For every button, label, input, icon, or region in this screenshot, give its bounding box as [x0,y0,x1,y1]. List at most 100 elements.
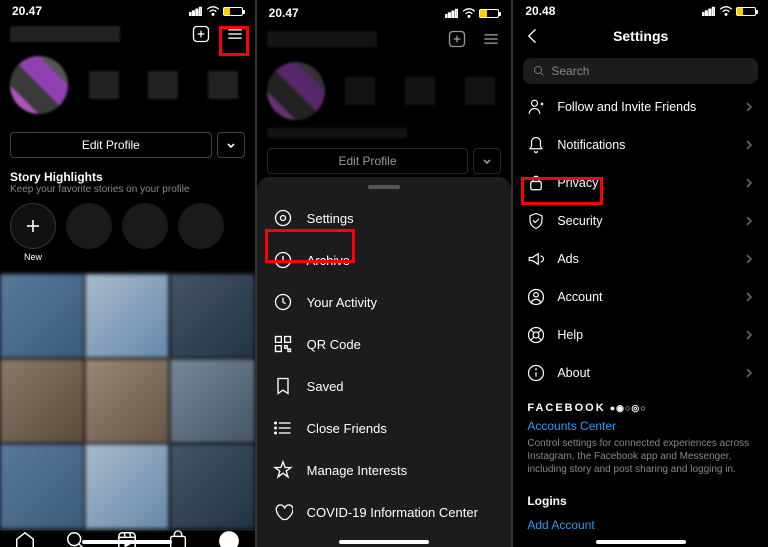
reels-icon[interactable] [116,530,138,547]
chevron-right-icon [744,102,754,112]
gear-icon [273,208,293,228]
settings-header: Settings [513,18,768,54]
menu-label: Manage Interests [307,463,407,478]
accounts-center-desc: Control settings for connected experienc… [527,437,754,476]
search-input[interactable]: Search [523,58,758,84]
accounts-center-link[interactable]: Accounts Center [527,417,754,435]
setting-security[interactable]: Security [513,202,768,240]
post-thumbnail[interactable] [85,359,169,443]
menu-screen: 20.47 Edit Profile Story [257,0,512,547]
activity-icon [273,292,293,312]
setting-label: Account [557,290,602,304]
status-icons [702,6,756,16]
help-icon [527,326,545,344]
edit-profile-button[interactable]: Edit Profile [10,132,212,158]
profile-icon[interactable] [218,530,240,547]
setting-account[interactable]: Account [513,278,768,316]
person-plus-icon [527,98,545,116]
menu-saved[interactable]: Saved [257,365,512,407]
wifi-icon [719,6,733,16]
search-icon[interactable] [65,530,87,547]
status-time: 20.48 [525,4,555,18]
setting-label: Notifications [557,138,625,152]
logins-title: Logins [513,486,768,510]
username[interactable] [10,26,120,42]
post-thumbnail[interactable] [170,274,254,358]
menu-covid[interactable]: COVID-19 Information Center [257,491,512,533]
post-thumbnail[interactable] [0,359,84,443]
signal-icon [189,6,203,16]
avatar[interactable] [10,56,68,114]
settings-screen: 20.48 Settings Search Follow and Invite … [513,0,768,547]
highlight-new-label: New [24,252,42,262]
menu-activity[interactable]: Your Activity [257,281,512,323]
battery-icon [736,7,756,16]
post-thumbnail[interactable] [170,444,254,528]
posts-stat[interactable] [89,71,119,99]
highlight-box-menu [219,26,249,56]
signal-icon [445,8,459,18]
search-icon [533,65,545,77]
signal-icon [702,6,716,16]
setting-help[interactable]: Help [513,316,768,354]
chevron-right-icon [744,216,754,226]
edit-profile-button: Edit Profile [267,148,469,174]
battery-icon [223,7,243,16]
menu-label: Close Friends [307,421,387,436]
followers-stat[interactable] [148,71,178,99]
post-thumbnail[interactable] [85,444,169,528]
menu-label: COVID-19 Information Center [307,505,478,520]
setting-label: Ads [557,252,579,266]
highlight-new[interactable]: New [10,203,56,262]
home-icon[interactable] [14,530,36,547]
search-placeholder: Search [551,64,589,78]
menu-label: QR Code [307,337,361,352]
home-indicator[interactable] [339,540,429,544]
profile-screen: 20.47 Edit Profile Story Highlights Keep… [0,0,255,547]
highlights-subtitle: Keep your favorite stories on your profi… [0,184,255,203]
wifi-icon [206,6,220,16]
posts-grid [0,274,255,529]
list-icon [273,418,293,438]
status-icons [445,8,499,18]
setting-label: Follow and Invite Friends [557,100,696,114]
menu-label: Your Activity [307,295,377,310]
battery-icon [479,9,499,18]
add-account-link[interactable]: Add Account [513,510,768,540]
tab-bar [0,529,255,547]
home-indicator[interactable] [82,540,172,544]
setting-about[interactable]: About [513,354,768,392]
menu-interests[interactable]: Manage Interests [257,449,512,491]
facebook-logo: FACEBOOK ●◉○◎○ [527,402,754,414]
setting-follow-invite[interactable]: Follow and Invite Friends [513,88,768,126]
bookmark-icon [273,376,293,396]
account-icon [527,288,545,306]
menu-close-friends[interactable]: Close Friends [257,407,512,449]
discover-people-button[interactable] [217,132,245,158]
status-time: 20.47 [12,4,42,18]
highlight-placeholder [178,203,224,249]
setting-notifications[interactable]: Notifications [513,126,768,164]
post-thumbnail[interactable] [85,274,169,358]
menu-qr[interactable]: QR Code [257,323,512,365]
post-thumbnail[interactable] [0,444,84,528]
setting-label: About [557,366,590,380]
back-icon[interactable] [523,26,543,46]
sheet-handle[interactable] [368,185,400,189]
highlight-box-settings [265,229,355,263]
profile-topbar [0,18,255,50]
heart-icon [273,502,293,522]
status-bar: 20.48 [513,0,768,18]
post-thumbnail[interactable] [0,274,84,358]
following-stat[interactable] [208,71,238,99]
post-thumbnail[interactable] [170,359,254,443]
chevron-right-icon [744,330,754,340]
create-icon[interactable] [191,24,211,44]
chevron-right-icon [744,254,754,264]
shop-icon[interactable] [167,530,189,547]
home-indicator[interactable] [596,540,686,544]
info-icon [527,364,545,382]
facebook-section: FACEBOOK ●◉○◎○ Accounts Center Control s… [513,392,768,486]
shield-icon [527,212,545,230]
setting-ads[interactable]: Ads [513,240,768,278]
